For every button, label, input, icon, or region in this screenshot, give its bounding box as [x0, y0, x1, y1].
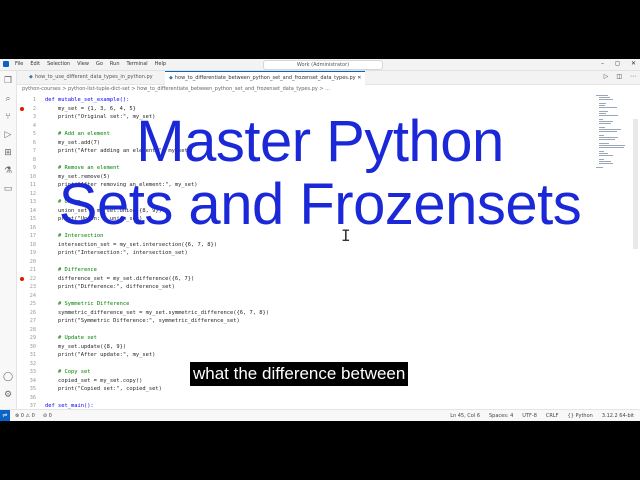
- close-tab-icon[interactable]: ✕: [357, 75, 361, 81]
- code-line[interactable]: difference_set = my_set.difference({6, 7…: [45, 275, 194, 283]
- menu-bar: File Edit Selection View Go Run Terminal…: [15, 61, 166, 68]
- line-number: 35: [29, 386, 36, 392]
- cursor-position[interactable]: Ln 45, Col 6: [450, 413, 480, 419]
- maximize-button[interactable]: ◻: [615, 60, 620, 67]
- minimap-line: [599, 105, 605, 106]
- remote-indicator-icon[interactable]: ⇌: [0, 410, 10, 421]
- minimap-line: [596, 95, 608, 96]
- menu-help[interactable]: Help: [155, 61, 166, 68]
- line-number: 34: [29, 377, 36, 384]
- ports-status[interactable]: ⊘ 0: [43, 413, 52, 419]
- search-icon[interactable]: ⌕: [2, 93, 14, 105]
- line-number: 28: [29, 326, 36, 333]
- line-ending[interactable]: CRLF: [546, 413, 559, 419]
- menu-view[interactable]: View: [77, 61, 89, 68]
- subtitle-caption: what the difference between: [190, 362, 409, 386]
- overlay-title-line-2: Sets and Frozensets: [58, 172, 582, 237]
- code-line[interactable]: intersection_set = my_set.intersection({…: [45, 241, 217, 249]
- code-line[interactable]: # Copy set: [45, 368, 90, 376]
- video-title-overlay: Master Python Sets and Frozensets: [0, 110, 640, 236]
- explorer-icon[interactable]: ❐: [2, 75, 14, 87]
- minimap-line: [599, 107, 618, 108]
- editor-actions: ▷ ◫ ⋯: [604, 73, 636, 80]
- menu-selection[interactable]: Selection: [47, 61, 70, 68]
- line-number: 26: [29, 309, 36, 316]
- tab-set-frozenset[interactable]: ◆ how_to_differentiate_between_python_set…: [165, 71, 366, 85]
- overlay-title-line-1: Master Python: [136, 109, 504, 174]
- status-bar: ⇌ ⊗ 0 ⚠ 0 ⊘ 0 Ln 45, Col 6 Spaces: 4 UTF…: [0, 409, 640, 421]
- code-line[interactable]: def mutable_set_example():: [45, 96, 129, 104]
- minimap-line: [599, 99, 613, 100]
- python-file-icon: ◆: [169, 75, 173, 81]
- line-number: 24: [29, 292, 36, 299]
- breakpoint-icon[interactable]: [20, 276, 24, 281]
- line-number: 32: [29, 360, 36, 367]
- title-bar: File Edit Selection View Go Run Terminal…: [0, 59, 640, 71]
- menu-run[interactable]: Run: [110, 61, 120, 68]
- account-icon[interactable]: ◯: [2, 371, 14, 383]
- indentation[interactable]: Spaces: 4: [489, 413, 513, 419]
- line-number: 31: [29, 352, 36, 358]
- more-actions-icon[interactable]: ⋯: [630, 73, 636, 80]
- gear-icon[interactable]: ⚙: [2, 389, 14, 401]
- line-number: 1: [32, 97, 36, 103]
- vscode-logo-icon: [3, 61, 9, 67]
- tab-data-types[interactable]: ◆ how_to_use_different_data_types_in_pyth…: [25, 71, 157, 84]
- window-controls: – ◻ ✕: [601, 60, 636, 67]
- code-line[interactable]: print("Symmetric Difference:", symmetric…: [45, 317, 240, 325]
- line-number: 21: [29, 267, 36, 273]
- menu-go[interactable]: Go: [96, 61, 103, 68]
- status-left: ⊗ 0 ⚠ 0 ⊘ 0: [15, 413, 52, 419]
- split-editor-icon[interactable]: ◫: [616, 73, 622, 80]
- line-number: 23: [29, 284, 36, 290]
- run-python-file-icon[interactable]: ▷: [604, 73, 609, 80]
- line-number: 25: [29, 301, 36, 307]
- code-line[interactable]: # Difference: [45, 266, 97, 274]
- command-center-search[interactable]: Work (Administrator): [263, 60, 383, 70]
- close-button[interactable]: ✕: [631, 60, 636, 67]
- python-interpreter[interactable]: 3.12.2 64-bit: [602, 413, 634, 419]
- menu-terminal[interactable]: Terminal: [127, 61, 148, 68]
- code-line[interactable]: # Symmetric Difference: [45, 300, 129, 308]
- menu-edit[interactable]: Edit: [30, 61, 40, 68]
- code-line[interactable]: copied_set = my_set.copy(): [45, 377, 142, 385]
- minimap-line: [599, 97, 610, 98]
- line-number: 29: [29, 335, 36, 341]
- line-number: 18: [29, 241, 36, 248]
- line-number: 36: [29, 394, 36, 401]
- problems-status[interactable]: ⊗ 0 ⚠ 0: [15, 413, 35, 419]
- line-number: 33: [29, 369, 36, 375]
- code-line[interactable]: print("Copied set:", copied_set): [45, 385, 162, 393]
- status-right: Ln 45, Col 6 Spaces: 4 UTF-8 CRLF {} Pyt…: [450, 413, 634, 419]
- line-number: 27: [29, 318, 36, 324]
- code-line[interactable]: print("Difference:", difference_set): [45, 283, 175, 291]
- breadcrumb[interactable]: python-courses > python-list-tuple-dict-…: [22, 86, 330, 92]
- code-line[interactable]: symmetric_difference_set = my_set.symmet…: [45, 309, 269, 317]
- minimize-button[interactable]: –: [601, 60, 604, 67]
- menu-file[interactable]: File: [15, 61, 23, 68]
- line-number: 19: [29, 250, 36, 256]
- code-line[interactable]: my_set.update({8, 9}): [45, 343, 126, 351]
- encoding[interactable]: UTF-8: [522, 413, 537, 419]
- language-mode[interactable]: {} Python: [568, 413, 593, 419]
- minimap-line: [599, 103, 607, 104]
- line-number: 20: [29, 258, 36, 265]
- line-number: 30: [29, 343, 36, 350]
- code-line[interactable]: # Update set: [45, 334, 97, 342]
- code-line[interactable]: print("After update:", my_set): [45, 351, 155, 359]
- text-cursor-icon: I: [341, 226, 351, 245]
- editor-tabs: ◆ how_to_use_different_data_types_in_pyth…: [17, 71, 640, 85]
- python-file-icon: ◆: [29, 74, 33, 80]
- code-line[interactable]: print("Intersection:", intersection_set): [45, 249, 188, 257]
